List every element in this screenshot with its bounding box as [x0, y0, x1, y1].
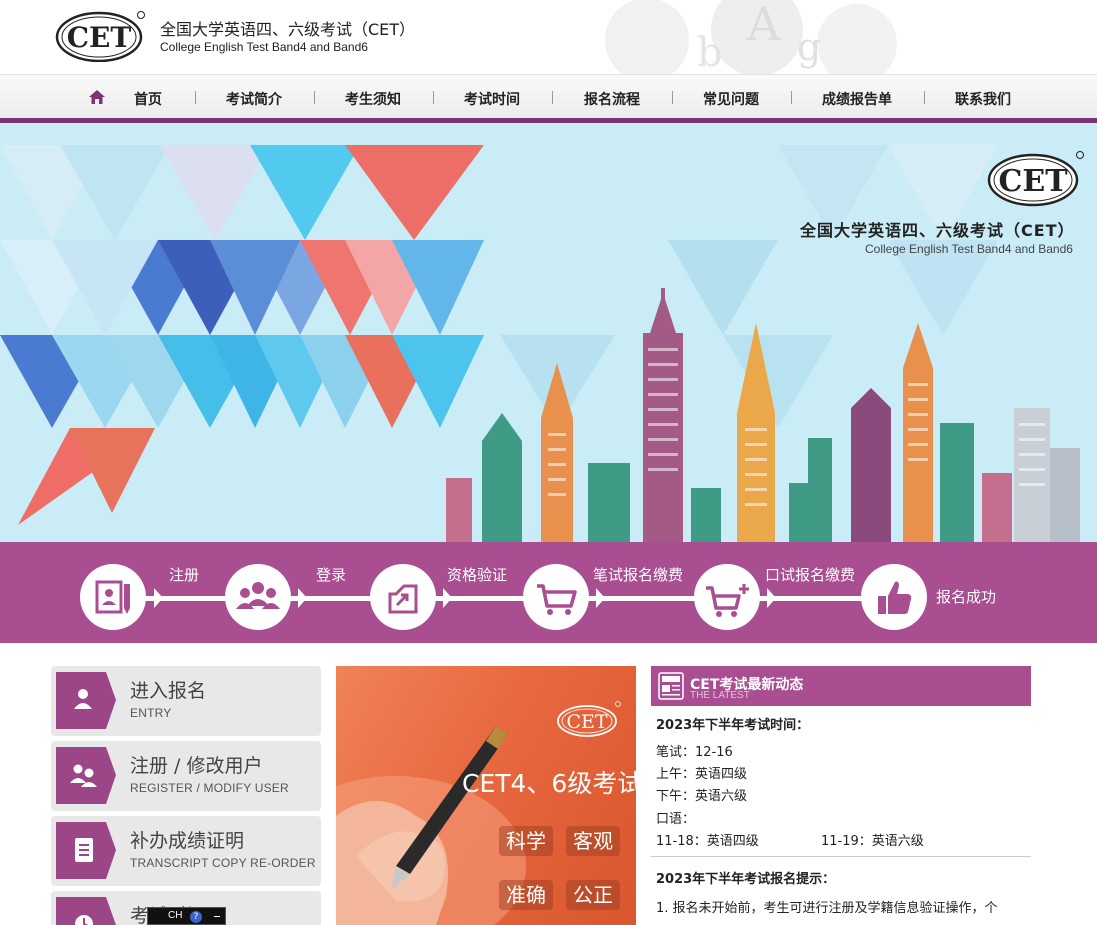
document-icon: [56, 822, 116, 879]
step-success[interactable]: [861, 564, 927, 630]
step-oral-payment[interactable]: [694, 564, 760, 630]
site-subtitle: College English Test Band4 and Band6: [160, 40, 368, 54]
ime-toolbar[interactable]: CH ?: [147, 907, 226, 925]
step-verify-label: 资格验证: [447, 566, 508, 584]
news-oral-exam: 口语：: [656, 812, 696, 827]
step-written-payment[interactable]: [523, 564, 589, 630]
transcript-reorder-button[interactable]: 补办成绩证明 TRANSCRIPT COPY RE-ORDER: [51, 816, 321, 886]
news-subtitle: THE LATEST: [690, 690, 750, 701]
step-written-payment-label: 笔试报名缴费: [593, 566, 684, 584]
news-exam-time-heading: 2023年下半年考试时间：: [656, 718, 810, 733]
news-oral-cet4: 11-18：英语四级: [656, 834, 759, 849]
entry-subtitle: ENTRY: [130, 706, 172, 720]
site-title: 全国大学英语四、六级考试（CET）: [160, 20, 416, 39]
cet-logo[interactable]: CET: [55, 10, 145, 63]
clock-icon: [56, 897, 116, 925]
entry-button[interactable]: 进入报名 ENTRY: [51, 666, 321, 736]
nav-divider: [672, 91, 673, 104]
cart-plus-icon: [706, 584, 749, 617]
news-icon: [658, 672, 684, 700]
register-modify-title: 注册 / 修改用户: [130, 755, 263, 777]
promo-cet-logo: CET: [556, 700, 622, 738]
step-arrow: [767, 588, 776, 608]
minimize-icon[interactable]: [214, 916, 220, 917]
transcript-title: 补办成绩证明: [130, 830, 245, 852]
promo-tag-objective: 客观: [566, 826, 620, 856]
main-nav: 首页 考试简介 考生须知 考试时间 报名流程 常见问题 成绩报告单 联系我们: [0, 74, 1097, 118]
nav-home[interactable]: 首页: [134, 89, 162, 109]
nav-divider: [433, 91, 434, 104]
nav-contact[interactable]: 联系我们: [955, 89, 1011, 109]
side-icon-bg: [56, 897, 116, 925]
news-registration-tips-heading: 2023年下半年考试报名提示：: [656, 872, 836, 887]
nav-exam-time[interactable]: 考试时间: [464, 89, 520, 109]
thumbs-up-icon: [878, 581, 912, 614]
news-tip-1: 1. 报名未开始前，考生可进行注册及学籍信息验证操作，个: [656, 901, 998, 916]
site-header: A g b CET 全国大学英语四、六级考试（CET） College Engl…: [0, 0, 1097, 74]
news-header: CET考试最新动态 THE LATEST: [651, 666, 1031, 706]
logo-text: CET: [67, 21, 132, 54]
ime-language[interactable]: CH: [168, 910, 182, 921]
verify-icon: [388, 584, 418, 614]
promo-tag-fair: 公正: [566, 880, 620, 910]
cart-icon: [537, 584, 577, 615]
step-arrow: [298, 588, 307, 608]
svg-text:CET: CET: [998, 164, 1068, 199]
register-icon: [95, 580, 130, 614]
users-icon: [56, 747, 116, 804]
promo-heading: CET4、6级考试: [462, 769, 636, 798]
nav-faq[interactable]: 常见问题: [703, 89, 759, 109]
users-icon: [236, 582, 280, 609]
nav-divider: [552, 91, 553, 104]
home-icon[interactable]: [88, 89, 106, 105]
banner-subtitle: College English Test Band4 and Band6: [865, 242, 1073, 256]
header-decoration: A g b: [497, 0, 1097, 74]
news-morning: 上午：英语四级: [656, 767, 748, 782]
step-success-label: 报名成功: [936, 588, 997, 606]
registration-steps: 注册 登录 资格验证 笔试报名缴费 口试报名缴费 报名成功: [0, 542, 1097, 643]
svg-text:CET: CET: [566, 711, 607, 733]
promo-tag-science: 科学: [499, 826, 553, 856]
nav-registration-process[interactable]: 报名流程: [584, 89, 640, 109]
nav-candidate-notes[interactable]: 考生须知: [345, 89, 401, 109]
side-icon-bg: [56, 672, 116, 729]
step-arrow: [443, 588, 452, 608]
side-icon-bg: [56, 747, 116, 804]
banner-title: 全国大学英语四、六级考试（CET）: [800, 221, 1075, 240]
step-register-label: 注册: [169, 566, 200, 584]
step-verify[interactable]: [370, 564, 436, 630]
transcript-subtitle: TRANSCRIPT COPY RE-ORDER: [130, 856, 316, 870]
help-icon[interactable]: ?: [190, 911, 202, 923]
step-login-label: 登录: [316, 566, 347, 584]
entry-title: 进入报名: [130, 680, 207, 702]
step-oral-payment-label: 口试报名缴费: [765, 566, 856, 584]
register-modify-subtitle: REGISTER / MODIFY USER: [130, 781, 289, 795]
nav-divider: [791, 91, 792, 104]
banner-illustration: [0, 145, 1080, 542]
step-arrow: [154, 588, 163, 608]
banner-cet-logo: CET: [987, 149, 1085, 207]
nav-score-report[interactable]: 成绩报告单: [822, 89, 892, 109]
register-modify-user-button[interactable]: 注册 / 修改用户 REGISTER / MODIFY USER: [51, 741, 321, 811]
user-icon: [56, 672, 116, 729]
news-oral-cet6: 11-19：英语六级: [821, 834, 924, 849]
svg-text:g: g: [797, 25, 821, 69]
news-divider: [651, 856, 1031, 857]
step-arrow: [596, 588, 605, 608]
promo-tag-accurate: 准确: [499, 880, 553, 910]
step-register[interactable]: [80, 564, 146, 630]
step-login[interactable]: [225, 564, 291, 630]
nav-divider: [195, 91, 196, 104]
nav-divider: [924, 91, 925, 104]
side-icon-bg: [56, 822, 116, 879]
nav-exam-intro[interactable]: 考试简介: [226, 89, 282, 109]
svg-text:b: b: [697, 30, 723, 74]
svg-text:A: A: [746, 0, 781, 51]
nav-divider: [314, 91, 315, 104]
cet-promo-image[interactable]: CET CET4、6级考试 科学 客观 准确 公正: [336, 666, 636, 925]
hero-banner: CET 全国大学英语四、六级考试（CET） College English Te…: [0, 123, 1097, 542]
news-afternoon: 下午：英语六级: [656, 789, 748, 804]
news-written-exam: 笔试：12-16: [656, 745, 733, 760]
